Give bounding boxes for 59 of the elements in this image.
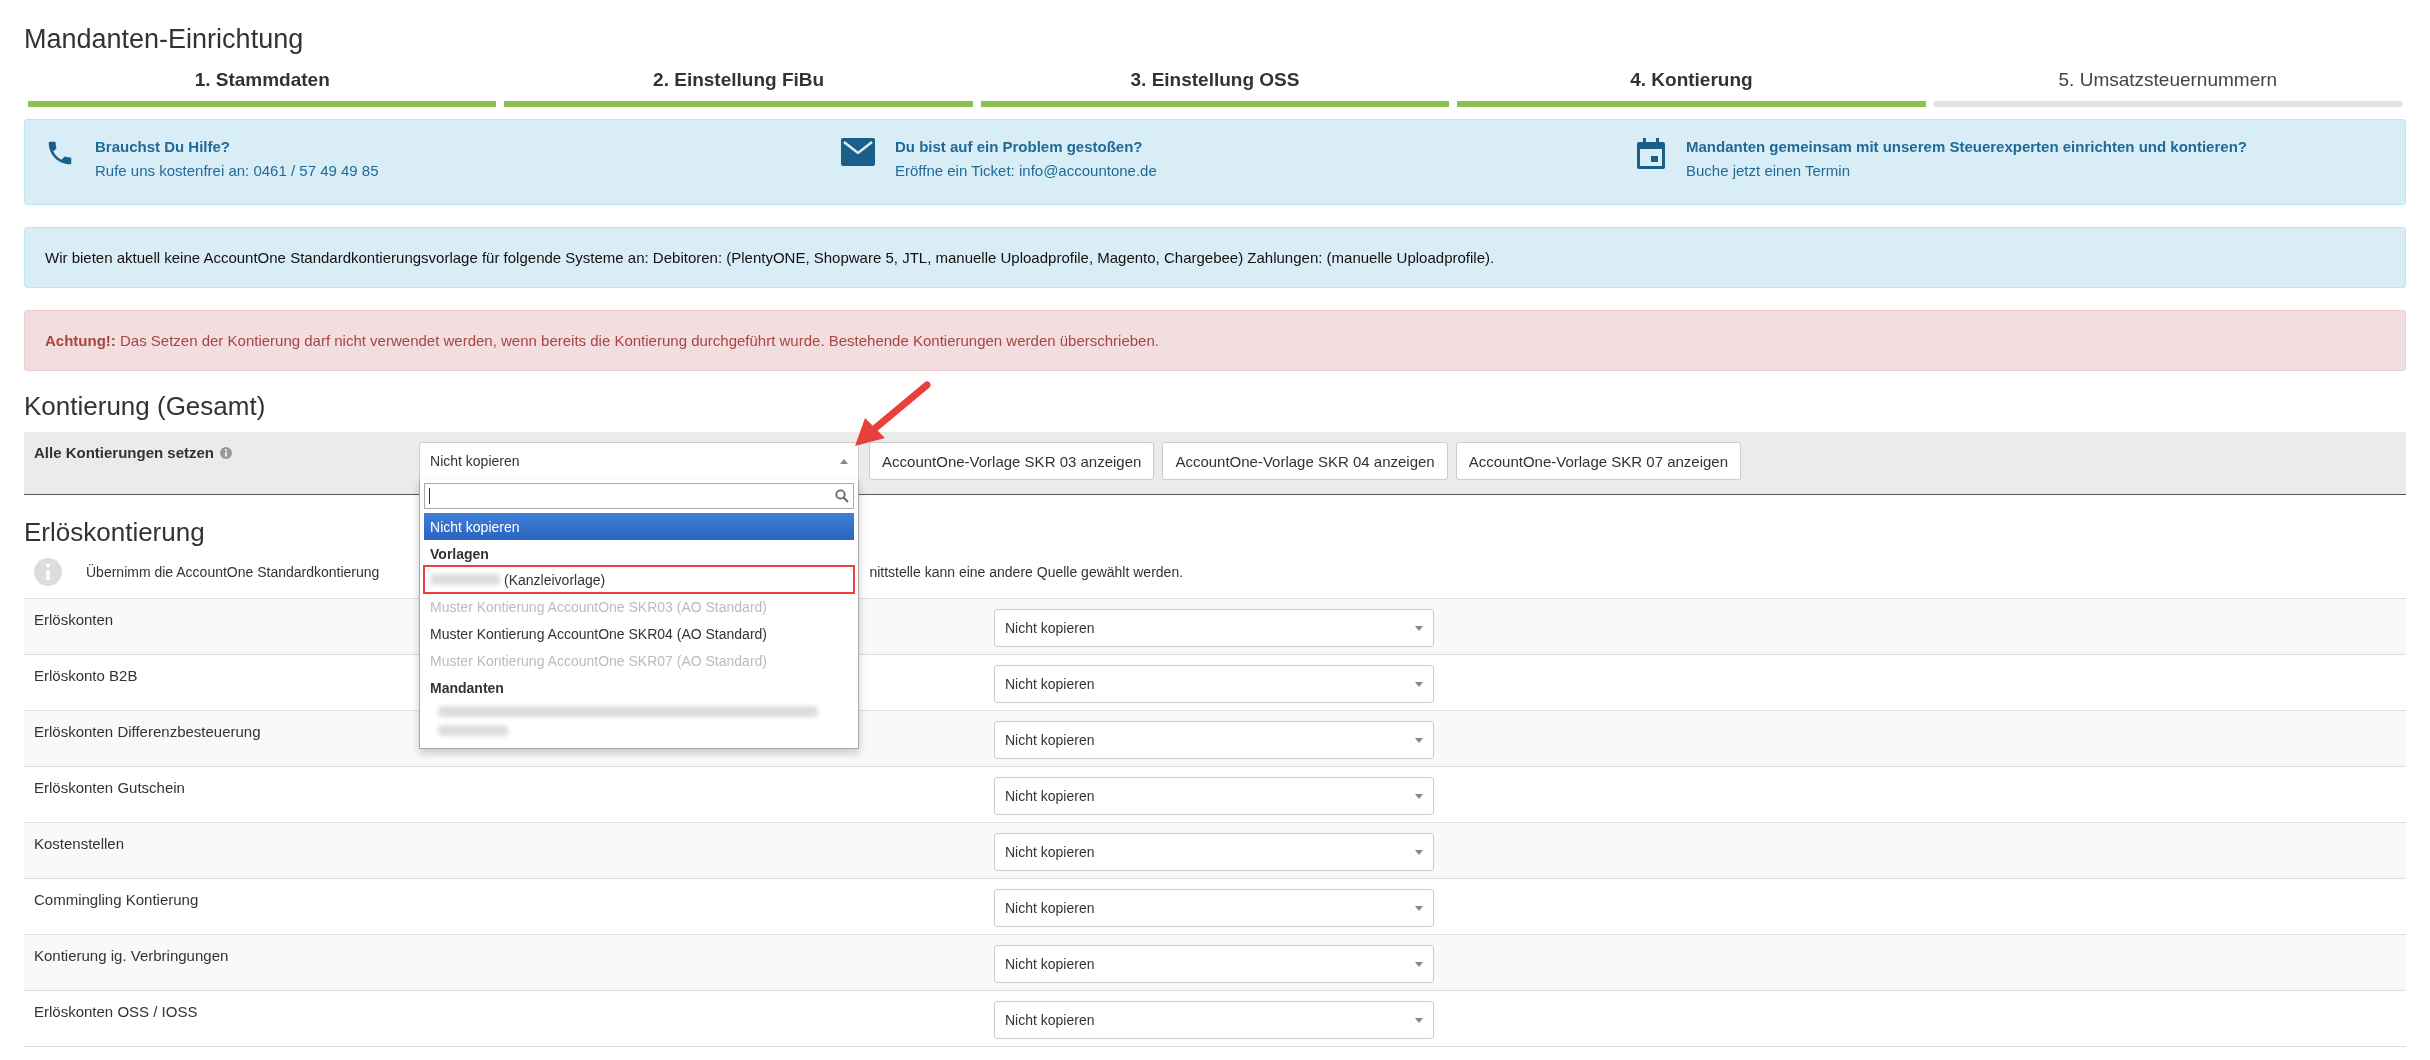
step-label[interactable]: 3. Einstellung OSS [1130,69,1300,91]
caret-icon [1415,1017,1423,1023]
row-label: Kostenstellen [34,835,126,852]
search-icon [835,489,850,503]
page-title: Mandanten-Einrichtung [24,24,305,55]
show-template-button[interactable]: AccountOne-Vorlage SKR 07 anzeigen [1455,442,1742,480]
select-field[interactable]: Nicht kopieren [994,777,1434,815]
row-label: Erlöskonten [34,611,115,628]
select-field[interactable]: Nicht kopieren [994,721,1434,759]
dropdown-option[interactable]: Muster Kontierung AccountOne SKR04 (AO Standard) [424,620,855,647]
envelope-icon [841,138,875,166]
select-field[interactable]: Nicht kopieren [994,833,1434,871]
select-field[interactable]: Nicht kopieren [994,889,1434,927]
caret-icon [1415,737,1423,743]
info-icon [34,558,62,586]
show-template-button[interactable]: AccountOne-Vorlage SKR 04 anzeigen [1162,442,1448,480]
info-icon [220,447,233,459]
select-field[interactable]: Nicht kopieren [994,945,1434,983]
hint-text: nittstelle kann eine andere Quelle gewählt werden. [869,564,1184,580]
section-heading: Erlöskontierung [24,517,205,548]
select-field[interactable]: Nicht kopieren [994,665,1434,703]
option-group-label: Vorlagen [429,545,490,564]
hint-text: Übernimm die AccountOne Standardkontierung [86,564,380,580]
select-field[interactable]: Nicht kopieren [994,1001,1434,1039]
caret-icon [1415,905,1423,911]
caret-icon [1415,681,1423,687]
option-group-label: Mandanten [429,679,505,698]
dropdown-option[interactable]: Nicht kopieren [424,513,855,540]
row-label: Erlöskonto B2B [34,667,139,684]
info-notice: Wir bieten aktuell keine AccountOne Standardkontierungsvorlage für folgende Systeme an: Debitoren: (PlentyONE, Shopware 5, JTL, manuelle Uploadprofile, Magento, Chargebee) Zahlungen: (manuelle Uploadprofile). [24,227,2406,288]
step-label[interactable]: 1. Stammdaten [194,69,330,91]
help-title: Mandanten gemeinsam mit unserem Steuerexperten einrichten und kontieren? [1686,138,2247,155]
step-label[interactable]: 5. Umsatzsteuernummern [2058,69,2278,91]
row-label: Erlöskonten Gutschein [34,779,186,796]
field-label: Alle Kontierungen setzen [34,444,215,461]
help-title: Brauchst Du Hilfe? [95,138,231,155]
warning-notice: Achtung!: Das Setzen der Kontierung darf nicht verwendet werden, wenn bereits die Kontierung durchgeführt wurde. Bestehende Kontierungen werden überschrieben. [24,310,2406,371]
dropdown-option[interactable]: (Kanzleivorlage) [424,566,855,593]
search-field[interactable] [424,483,855,509]
select-field[interactable]: Nicht kopieren [994,609,1434,647]
row-label: Kontierung ig. Verbringungen [34,947,230,964]
step-label[interactable]: 4. Kontierung [1630,69,1753,91]
help-text[interactable]: Eröffne ein Ticket: info@accountone.de [895,162,1157,179]
calendar-icon [1636,138,1666,170]
caret-icon [1415,793,1423,799]
help-title: Du bist auf ein Problem gestoßen? [895,138,1144,155]
row-label: Erlöskonten Differenzbesteuerung [34,723,262,740]
caret-icon [840,458,849,464]
caret-icon [1415,849,1423,855]
step-label[interactable]: 2. Einstellung FiBu [653,69,825,91]
help-text[interactable]: Rufe uns kostenfrei an: 0461 / 57 49 49 85 [95,162,379,179]
show-template-button[interactable]: AccountOne-Vorlage SKR 03 anzeigen [869,442,1155,480]
row-label: Erlöskonten OSS / IOSS [34,1003,199,1020]
row-label: Commingling Kontierung [34,891,200,908]
section-heading: Kontierung (Gesamt) [24,391,266,422]
caret-icon [1415,961,1423,967]
caret-icon [1415,625,1423,631]
help-text[interactable]: Buche jetzt einen Termin [1686,162,2247,179]
select-field[interactable]: Nicht kopieren [419,442,860,480]
